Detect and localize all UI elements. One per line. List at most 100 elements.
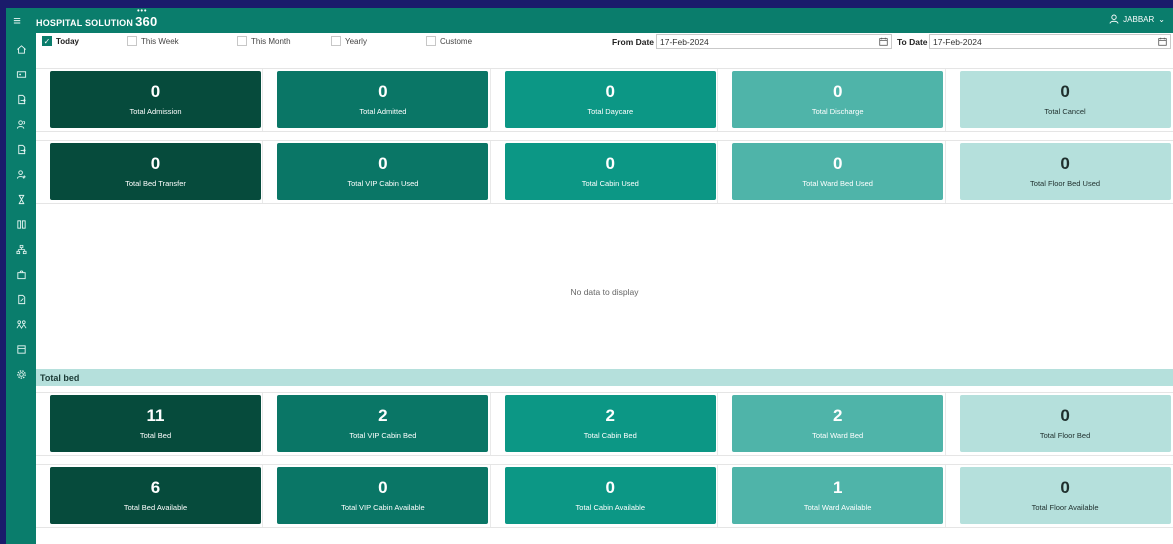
document-arrow-icon[interactable] — [6, 87, 36, 112]
gear-icon[interactable] — [6, 362, 36, 387]
card-value: 0 — [1060, 154, 1070, 173]
card-label: Total Ward Bed Used — [802, 179, 873, 188]
summary-cell: 0 Total Daycare — [491, 69, 719, 131]
card-label: Total Cancel — [1044, 107, 1086, 116]
total-bed-card[interactable]: 11 Total Bed — [50, 395, 261, 452]
summary-cell: 0 Total Admission — [36, 69, 264, 131]
total-cabin-used-card[interactable]: 0 Total Cabin Used — [504, 143, 716, 200]
card-label: Total Ward Available — [803, 503, 872, 512]
card-label: Total Discharge — [811, 107, 864, 116]
total-ward-bed-card[interactable]: 2 Total Ward Bed — [732, 395, 944, 452]
checkbox-icon — [331, 36, 341, 46]
calendar-icon[interactable] — [1158, 37, 1167, 46]
card-value: 2 — [832, 406, 843, 425]
checkbox-icon — [127, 36, 137, 46]
columns-icon[interactable] — [6, 212, 36, 237]
summary-cell: 0 Total Floor Bed Used — [946, 141, 1173, 203]
total-cancel-card[interactable]: 0 Total Cancel — [959, 71, 1171, 128]
filter-this-week[interactable]: This Week — [127, 36, 179, 46]
card-value: 0 — [378, 82, 388, 101]
filter-today[interactable]: ✓ Today — [42, 36, 79, 46]
id-card-icon[interactable] — [6, 62, 36, 87]
filter-yearly[interactable]: Yearly — [331, 36, 367, 46]
card-value: 0 — [378, 478, 388, 497]
top-bar: ≡ HOSPITAL SOLUTION ••• 360 JABBAR ⌄ — [6, 8, 1173, 33]
card-value: 0 — [832, 82, 843, 101]
card-label: Total Floor Bed Used — [1030, 179, 1101, 188]
hierarchy-icon[interactable] — [6, 237, 36, 262]
panel-icon[interactable] — [6, 337, 36, 362]
menu-icon[interactable]: ≡ — [6, 13, 28, 28]
card-value: 6 — [150, 478, 161, 497]
document-edit-icon[interactable] — [6, 287, 36, 312]
total-admitted-card[interactable]: 0 Total Admitted — [277, 71, 489, 128]
total-floor-bed-card[interactable]: 0 Total Floor Bed — [959, 395, 1171, 452]
bed-cell: 0 Total Floor Available — [946, 465, 1173, 527]
filter-custome-label: Custome — [440, 36, 473, 46]
total-ward-available-card[interactable]: 1 Total Ward Available — [732, 467, 944, 524]
total-floor-bed-used-card[interactable]: 0 Total Floor Bed Used — [959, 143, 1171, 200]
card-label: Total Daycare — [587, 107, 634, 116]
card-label: Total Floor Available — [1031, 503, 1099, 512]
chevron-down-icon: ⌄ — [1158, 14, 1165, 24]
total-bed-available-card[interactable]: 6 Total Bed Available — [50, 467, 261, 524]
total-bed-section-title: Total bed — [36, 369, 1173, 386]
total-daycare-card[interactable]: 0 Total Daycare — [504, 71, 716, 128]
card-value: 0 — [378, 154, 388, 173]
home-icon[interactable] — [6, 37, 36, 62]
checkbox-checked-icon: ✓ — [42, 36, 52, 46]
people-icon[interactable] — [6, 312, 36, 337]
total-cabin-bed-card[interactable]: 2 Total Cabin Bed — [504, 395, 716, 452]
total-vip-cabin-available-card[interactable]: 0 Total VIP Cabin Available — [277, 467, 489, 524]
summary-cell: 0 Total Ward Bed Used — [718, 141, 946, 203]
summary-cell: 0 Total VIP Cabin Used — [263, 141, 491, 203]
card-label: Total Ward Bed — [812, 431, 864, 440]
card-value: 0 — [605, 82, 616, 101]
chart-empty-state: No data to display — [570, 287, 639, 297]
total-vip-cabin-bed-card[interactable]: 2 Total VIP Cabin Bed — [277, 395, 489, 452]
bed-cell: 2 Total Ward Bed — [718, 393, 946, 455]
bed-cell: 2 Total Cabin Bed — [491, 393, 719, 455]
users-icon[interactable] — [6, 112, 36, 137]
filter-custome[interactable]: Custome — [426, 36, 472, 46]
to-date-label: To Date — [897, 37, 928, 47]
filter-this-month[interactable]: This Month — [237, 36, 291, 46]
brand-number-text: 360 — [135, 14, 158, 29]
card-label: Total Admitted — [359, 107, 407, 116]
bed-cell: 0 Total Floor Bed — [946, 393, 1173, 455]
to-date-input[interactable]: 17-Feb-2024 — [929, 34, 1171, 49]
total-bed-transfer-card[interactable]: 0 Total Bed Transfer — [50, 143, 261, 200]
total-admission-card[interactable]: 0 Total Admission — [50, 71, 261, 128]
user-menu[interactable]: JABBAR ⌄ — [1109, 14, 1165, 24]
total-discharge-card[interactable]: 0 Total Discharge — [732, 71, 944, 128]
bag-icon[interactable] — [6, 262, 36, 287]
bed-cell: 6 Total Bed Available — [36, 465, 264, 527]
total-vip-cabin-used-card[interactable]: 0 Total VIP Cabin Used — [277, 143, 489, 200]
card-label: Total VIP Cabin Used — [347, 179, 419, 188]
checkbox-icon — [426, 36, 436, 46]
from-date-input[interactable]: 17-Feb-2024 — [656, 34, 892, 49]
calendar-icon[interactable] — [879, 37, 888, 46]
bed-cell: 0 Total Cabin Available — [491, 465, 719, 527]
card-value: 0 — [605, 478, 616, 497]
brand-number: ••• 360 — [135, 8, 158, 29]
total-cabin-available-card[interactable]: 0 Total Cabin Available — [504, 467, 716, 524]
bed-cell: 1 Total Ward Available — [718, 465, 946, 527]
summary-cell: 0 Total Discharge — [718, 69, 946, 131]
card-value: 2 — [378, 406, 388, 425]
hourglass-icon[interactable] — [6, 187, 36, 212]
total-floor-available-card[interactable]: 0 Total Floor Available — [959, 467, 1171, 524]
sidebar — [6, 33, 36, 544]
total-ward-bed-used-card[interactable]: 0 Total Ward Bed Used — [732, 143, 944, 200]
card-label: Total Admission — [129, 107, 182, 116]
user-add-icon[interactable] — [6, 162, 36, 187]
document-arrow-icon-2[interactable] — [6, 137, 36, 162]
card-value: 11 — [146, 406, 165, 425]
card-value: 0 — [1060, 82, 1070, 101]
card-label: Total Cabin Bed — [583, 431, 637, 440]
checkbox-icon — [237, 36, 247, 46]
summary-cell: 0 Total Bed Transfer — [36, 141, 264, 203]
card-value: 0 — [150, 154, 161, 173]
bed-cell: 2 Total VIP Cabin Bed — [263, 393, 491, 455]
filter-yearly-label: Yearly — [345, 36, 367, 46]
